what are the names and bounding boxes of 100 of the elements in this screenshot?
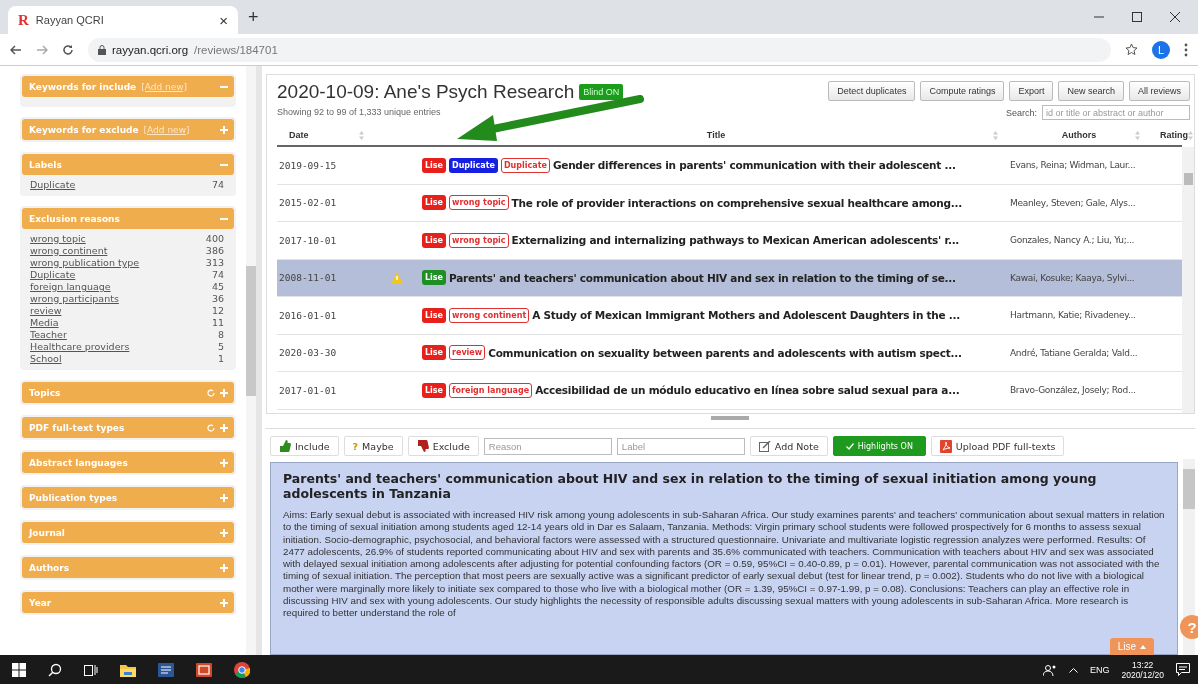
reason-tag: review bbox=[449, 345, 486, 361]
plus-icon[interactable] bbox=[220, 458, 228, 467]
plus-icon[interactable] bbox=[220, 493, 228, 502]
toolbar-button[interactable]: New search bbox=[1058, 81, 1124, 101]
table-row[interactable]: 2017-10-01 Lise wrong topic Externalizing and internalizing pathways to Mexican American adolescents' r... Gonzales, Nancy A.; Liu, Yu;... bbox=[277, 222, 1182, 260]
toolbar-button[interactable]: Detect duplicates bbox=[828, 81, 916, 101]
maximize-icon[interactable] bbox=[1132, 12, 1142, 22]
decision-tag: Lise bbox=[422, 345, 447, 361]
plus-icon[interactable] bbox=[220, 563, 228, 572]
filter-link[interactable]: foreign language bbox=[30, 281, 111, 293]
filter-link[interactable]: Media bbox=[30, 317, 59, 329]
toolbar-button[interactable]: Export bbox=[1009, 81, 1054, 101]
date-cell-text: 2017-10-01 bbox=[278, 234, 338, 246]
forward-icon[interactable] bbox=[36, 43, 48, 56]
edit-icon bbox=[758, 440, 771, 452]
refresh-icon[interactable] bbox=[207, 388, 215, 397]
language-indicator[interactable]: ENG bbox=[1089, 664, 1110, 675]
new-tab-button[interactable]: + bbox=[248, 6, 259, 28]
presentation-app-icon[interactable] bbox=[196, 662, 212, 677]
plus-icon[interactable] bbox=[220, 423, 228, 432]
table-row[interactable]: 2008-11-01 Lise Parents' and teachers' communication about HIV and sex in relation to the timing of se... Kawai, Kosuke; Kaaya, Sylvi... bbox=[277, 259, 1182, 297]
decision-tag: Lise bbox=[422, 270, 447, 286]
profile-avatar[interactable]: L bbox=[1152, 40, 1170, 59]
authors-cell-text: Bravo-González, Josely; Rod... bbox=[1009, 385, 1136, 396]
notification-icon[interactable] bbox=[1176, 663, 1190, 676]
filter-link[interactable]: wrong topic bbox=[30, 233, 86, 245]
menu-icon[interactable] bbox=[1184, 42, 1188, 57]
filter-link[interactable]: School bbox=[30, 353, 62, 365]
filter-link[interactable]: wrong participants bbox=[30, 293, 119, 305]
table-row[interactable]: 2015-02-01 Lise wrong topic The role of provider interactions on comprehensive sexual healthcare among... Meanley, Steven; Gale, Alys... bbox=[277, 184, 1182, 222]
sort-icon[interactable] bbox=[359, 130, 364, 140]
toolbar-button[interactable]: Compute ratings bbox=[920, 81, 1005, 101]
tab-close[interactable]: × bbox=[219, 11, 228, 29]
scrollbar[interactable] bbox=[1183, 459, 1195, 655]
people-icon[interactable] bbox=[1042, 663, 1057, 676]
toolbar-button[interactable]: All reviews bbox=[1129, 81, 1190, 101]
sort-icon[interactable] bbox=[1188, 130, 1193, 140]
filter-link[interactable]: Duplicate bbox=[30, 269, 76, 281]
label-field[interactable]: Label bbox=[616, 437, 745, 455]
filter-link[interactable]: Healthcare providers bbox=[30, 341, 130, 353]
column-header[interactable]: Date bbox=[289, 130, 309, 140]
plus-icon[interactable] bbox=[220, 125, 228, 134]
authors-cell-text: Gonzales, Nancy A.; Liu, Yu;... bbox=[1009, 235, 1135, 246]
date-cell-text: 2019-09-15 bbox=[278, 159, 338, 171]
title-cell: Accesibilidad de un módulo educativo en línea sobre salud sexual para a... bbox=[535, 384, 960, 397]
reload-icon[interactable] bbox=[62, 43, 74, 56]
scrollbar[interactable] bbox=[1182, 147, 1194, 413]
table-row[interactable]: 2020-03-30 Lise review Communication on sexuality between parents and adolescents with autism spect... André, Tatiane Geralda; Vald... bbox=[277, 334, 1182, 372]
date-cell-text: 2015-02-01 bbox=[278, 197, 338, 209]
title-cell: Communication on sexuality between parents and adolescents with autism spect... bbox=[488, 346, 962, 359]
close-icon[interactable] bbox=[1170, 12, 1180, 22]
upload-pdf-button[interactable]: Upload PDF full-texts bbox=[930, 436, 1065, 456]
column-header[interactable]: Authors bbox=[1061, 130, 1097, 140]
task-view-icon[interactable] bbox=[84, 662, 98, 677]
filter-link[interactable]: wrong continent bbox=[30, 245, 108, 257]
label-tag: Duplicate bbox=[449, 157, 498, 173]
highlights-toggle[interactable]: Highlights ON bbox=[832, 436, 926, 456]
title-cell: Gender differences in parents' communication with their adolescent ... bbox=[552, 159, 956, 172]
search-icon[interactable] bbox=[48, 662, 62, 677]
address-bar[interactable]: rayyan.qcri.org /reviews/184701 bbox=[88, 37, 1111, 62]
plus-icon[interactable] bbox=[220, 388, 228, 397]
column-header[interactable]: Rating bbox=[1160, 130, 1188, 140]
browser-app-icon[interactable] bbox=[234, 661, 250, 678]
refresh-icon[interactable] bbox=[207, 423, 215, 432]
table-row[interactable]: 2019-09-15 Lise Duplicate Duplicate Gender differences in parents' communication with their adolescent ... Evans, Reina; Widman, Laur... bbox=[277, 147, 1182, 185]
filter-link[interactable]: Duplicate bbox=[30, 179, 76, 191]
table-row[interactable]: 2016-01-01 Lise wrong continent A Study of Mexican Immigrant Mothers and Adolescent Daughters in the ... Hartmann, Katie; Rivadeney... bbox=[277, 297, 1182, 335]
folder-icon[interactable] bbox=[120, 662, 136, 677]
title-cell: A Study of Mexican Immigrant Mothers and Adolescent Daughters in the ... bbox=[532, 309, 961, 322]
search-field[interactable]: id or title or abstract or author bbox=[1042, 105, 1190, 120]
add-note-button[interactable]: Add Note bbox=[749, 436, 828, 456]
maybe-button[interactable]: ? Maybe bbox=[343, 436, 403, 456]
clock-time[interactable]: 13:22 bbox=[1132, 659, 1154, 670]
chevron-up-icon[interactable] bbox=[1068, 666, 1078, 673]
filter-link[interactable]: wrong publication type bbox=[30, 257, 140, 269]
browser-tab[interactable]: R Rayyan QCRI × bbox=[8, 6, 238, 34]
clock-date[interactable]: 2020/12/20 bbox=[1121, 669, 1164, 680]
plus-icon[interactable] bbox=[220, 598, 228, 607]
column-header[interactable]: Title bbox=[706, 130, 726, 140]
sort-icon[interactable] bbox=[1135, 130, 1140, 140]
title-cell: The role of provider interactions on comprehensive sexual healthcare among... bbox=[511, 196, 962, 209]
abstract-text: Aims: Early sexual debut is associated with increased HIV risk among young adolescents in sub-Saharan Africa. Our study examines parents' and teachers' communication about sexual matters in relation to the timing of sexual initiation among students aged 12-14 years old in Dar es Salaam, Tanzania. Methods: Virgin primary school students were followed prospectively for 6 months to assess sexual initiation. Socio-demographic, psychosocial, and behavioral factors were assessed with a structured questionnaire. Univariate and multivariate logistic regression analyzes were performed. Results: Of 2477 adolescents, 26.9% of students reported communicating about HIV and sex with parents and 35.6% communicated with teachers. Communication with teachers about HIV and sex was associated with delayed sexual initiation among adolescents after adjusting for potential confounding factors (OR = 0.59, 95%CI = 0.40-0.89, p = 0.01). However, parental communication was not associated with the timing of sexual initiation. The perception that most peers are sexually active was a significant predictor of early sexual debut (test for linear trend, p = 0.002). Students who do not live with a biological mother were marginally more likely to initiate sex compared to those who live with a biological mother (OR = 1.39, 95%CI = 0.97-1.99, p = 0.08). Conclusions: Teachers can play an effective role in discussing HIV and sex with young adolescents. Our study highlights the necessity of responsible adults discussing sexual matters with young adolescents in sub-Saharan Africa. More research is required to better understand the role of bbox=[283, 509, 1165, 620]
decision-tag: Lise bbox=[422, 307, 447, 323]
table-row[interactable]: 2017-01-01 Lise foreign language Accesibilidad de un módulo educativo en línea sobre salud sexual para a... Bravo-González, Josely; Rod... bbox=[277, 372, 1182, 410]
plus-icon[interactable] bbox=[220, 528, 228, 537]
filter-link[interactable]: Teacher bbox=[30, 329, 67, 341]
reason-field[interactable]: Reason bbox=[483, 437, 612, 455]
sort-icon[interactable] bbox=[993, 130, 998, 140]
windows-icon[interactable] bbox=[12, 662, 26, 677]
abstract-title: Parents' and teachers' communication about HIV and sex in relation to the timing of sexual initiation among young adolescents in Tanzania bbox=[283, 471, 1098, 501]
filter-link[interactable]: review bbox=[30, 305, 62, 317]
scrollbar[interactable] bbox=[246, 66, 256, 655]
filter-count: 8 bbox=[217, 329, 224, 341]
include-button[interactable]: Include bbox=[270, 436, 339, 456]
back-icon[interactable] bbox=[10, 43, 22, 56]
document-app-icon[interactable] bbox=[158, 662, 174, 677]
star-icon[interactable] bbox=[1125, 43, 1138, 56]
resize-handle[interactable] bbox=[265, 414, 1195, 429]
filter-count: 36 bbox=[211, 293, 224, 305]
exclude-button[interactable]: Exclude bbox=[407, 436, 479, 456]
